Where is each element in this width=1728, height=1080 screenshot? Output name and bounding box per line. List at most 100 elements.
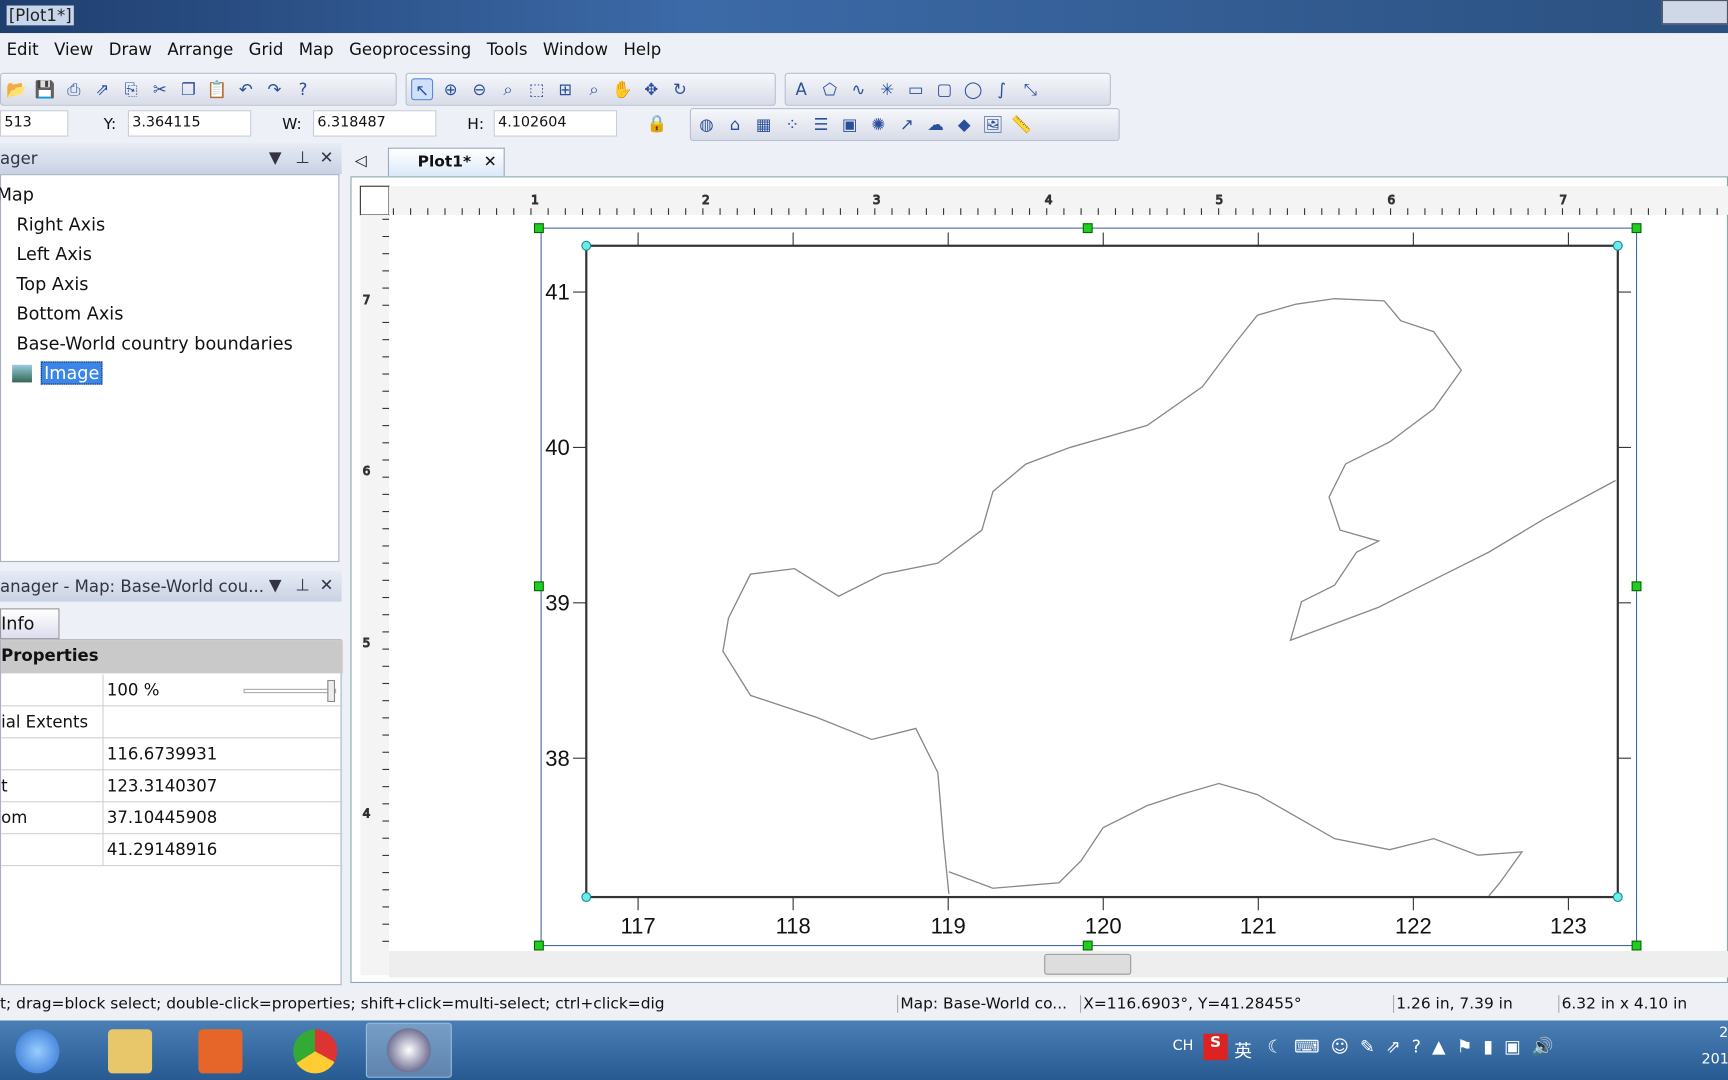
globe-icon[interactable]: ◍ xyxy=(695,114,717,136)
menu-geoprocessing[interactable]: Geoprocessing xyxy=(342,35,480,64)
menu-window[interactable]: Window xyxy=(536,35,617,64)
resize-handle[interactable] xyxy=(1631,581,1642,592)
redo-icon[interactable]: ↷ xyxy=(263,78,285,100)
property-row[interactable]: om 37.10445908 xyxy=(1,802,343,835)
y-field[interactable]: 3.364115 xyxy=(127,110,252,137)
opacity-slider[interactable] xyxy=(243,688,337,694)
window-controls[interactable] xyxy=(1661,0,1728,25)
close-tab-icon[interactable]: ✕ xyxy=(484,153,497,171)
menu-view[interactable]: View xyxy=(47,35,102,64)
tree-item-right-axis[interactable]: Right Axis xyxy=(17,214,106,235)
close-icon[interactable]: ✕ xyxy=(320,148,334,168)
image-map-icon[interactable]: ▣ xyxy=(839,114,861,136)
copy-icon[interactable]: ❐ xyxy=(177,78,199,100)
ime-indicator[interactable]: CH xyxy=(1173,1038,1194,1055)
cut-icon[interactable]: ✂ xyxy=(149,78,171,100)
property-row[interactable]: 116.6739931 xyxy=(1,738,343,771)
frame-handle[interactable] xyxy=(1612,892,1623,903)
post-map-icon[interactable]: ⁘ xyxy=(781,114,803,136)
tree-item-top-axis[interactable]: Top Axis xyxy=(17,273,89,294)
select-icon[interactable]: ↖ xyxy=(411,78,434,101)
menu-draw[interactable]: Draw xyxy=(102,35,161,64)
resize-handle[interactable] xyxy=(533,581,544,592)
menu-map[interactable]: Map xyxy=(292,35,342,64)
resize-handle[interactable] xyxy=(533,223,544,234)
paste-icon[interactable]: 📋 xyxy=(206,78,228,100)
zoom-in-icon[interactable]: ⊕ xyxy=(440,78,462,100)
redraw-icon[interactable]: ↻ xyxy=(669,78,691,100)
property-row[interactable]: t 123.3140307 xyxy=(1,770,343,803)
surface-icon[interactable]: ◆ xyxy=(953,114,975,136)
base-map-icon[interactable]: ⌂ xyxy=(724,114,746,136)
tree-item-bottom-axis[interactable]: Bottom Axis xyxy=(17,303,124,324)
menu-help[interactable]: Help xyxy=(617,35,670,64)
reshape-icon[interactable]: ⤡ xyxy=(1019,78,1041,100)
resize-handle[interactable] xyxy=(1082,223,1093,234)
ime-mode[interactable]: 英 xyxy=(1234,1036,1252,1062)
lock-icon[interactable]: 🔒 xyxy=(646,112,668,134)
menu-edit[interactable]: Edit xyxy=(0,35,47,64)
media-player-icon[interactable] xyxy=(198,1029,243,1074)
tree-item-image[interactable]: Image xyxy=(40,361,103,385)
w-field[interactable]: 6.318487 xyxy=(312,110,437,137)
menu-arrange[interactable]: Arrange xyxy=(161,35,242,64)
zoom-out-icon[interactable]: ⊖ xyxy=(468,78,490,100)
resize-handle[interactable] xyxy=(1631,223,1642,234)
pin-icon[interactable]: ⊥ xyxy=(295,575,309,595)
explorer-icon[interactable] xyxy=(107,1029,153,1074)
zoom-fit-icon[interactable]: ⬚ xyxy=(526,78,548,100)
export-icon[interactable]: ⇗ xyxy=(91,78,113,100)
spline-icon[interactable]: ∫ xyxy=(991,78,1013,100)
rectangle-icon[interactable]: ▭ xyxy=(905,78,927,100)
polygon-icon[interactable]: ⬠ xyxy=(819,78,841,100)
vector-map-icon[interactable]: ↗ xyxy=(896,114,918,136)
h-field[interactable]: 4.102604 xyxy=(493,110,618,137)
frame-handle[interactable] xyxy=(581,892,592,903)
menu-grid[interactable]: Grid xyxy=(242,35,292,64)
save-icon[interactable]: 💾 xyxy=(34,78,56,100)
tab-scroll-left-icon[interactable]: ◁ xyxy=(355,152,367,170)
zoom-selected-icon[interactable]: ⌕ xyxy=(583,78,605,100)
picture-icon[interactable]: 🖼 xyxy=(982,114,1004,136)
pdf-icon[interactable]: ⎘ xyxy=(120,78,142,100)
plot-canvas[interactable]: 1 2 3 4 5 6 77654 117 118 119 120 121 122 1234140393… xyxy=(352,177,1728,984)
tab-info[interactable]: Info xyxy=(0,608,60,640)
undo-icon[interactable]: ↶ xyxy=(235,78,257,100)
watershed-icon[interactable]: ☁ xyxy=(925,114,947,136)
slider-handle[interactable] xyxy=(327,679,336,702)
resize-handle[interactable] xyxy=(1631,940,1642,951)
text-icon[interactable]: A xyxy=(790,78,812,100)
rounded-rect-icon[interactable]: ▢ xyxy=(933,78,955,100)
scale-bar-icon[interactable]: 📏 xyxy=(1011,114,1033,136)
sogou-icon[interactable]: S xyxy=(1203,1033,1228,1061)
move-icon[interactable]: ✥ xyxy=(640,78,662,100)
dropdown-icon[interactable]: ▼ xyxy=(269,148,282,168)
property-row[interactable]: ial Extents xyxy=(1,706,343,739)
chrome-icon[interactable] xyxy=(293,1029,338,1074)
close-icon[interactable]: ✕ xyxy=(320,575,334,595)
tab-plot1[interactable]: Plot1* ✕ xyxy=(387,147,505,177)
tray-icons[interactable]: ☾⌨☺✎⇗?▲⚑▮▣🔊 xyxy=(1267,1036,1564,1057)
print-icon[interactable]: ⎙ xyxy=(63,78,85,100)
tree-item-left-axis[interactable]: Left Axis xyxy=(17,244,92,265)
frame-handle[interactable] xyxy=(581,240,592,251)
ellipse-icon[interactable]: ◯ xyxy=(962,78,984,100)
symbol-icon[interactable]: ✳ xyxy=(876,78,898,100)
shaded-relief-icon[interactable]: ✺ xyxy=(867,114,889,136)
zoom-rect-icon[interactable]: ⌕ xyxy=(497,78,519,100)
pin-icon[interactable]: ⊥ xyxy=(295,148,309,168)
pan-icon[interactable]: ✋ xyxy=(612,78,634,100)
color-relief-icon[interactable]: ▦ xyxy=(753,114,775,136)
ie-icon[interactable] xyxy=(15,1029,60,1074)
resize-handle[interactable] xyxy=(533,940,544,951)
dropdown-icon[interactable]: ▼ xyxy=(269,575,282,595)
x-field[interactable]: 513 xyxy=(0,110,69,137)
surfer-task-button[interactable] xyxy=(365,1022,452,1078)
resize-handle[interactable] xyxy=(1082,940,1093,951)
open-icon[interactable]: 📂 xyxy=(6,78,28,100)
zoom-page-icon[interactable]: ⊞ xyxy=(554,78,576,100)
classed-post-icon[interactable]: ☰ xyxy=(810,114,832,136)
frame-handle[interactable] xyxy=(1612,240,1623,251)
polyline-icon[interactable]: ∿ xyxy=(847,78,869,100)
help-icon[interactable]: ? xyxy=(292,78,314,100)
